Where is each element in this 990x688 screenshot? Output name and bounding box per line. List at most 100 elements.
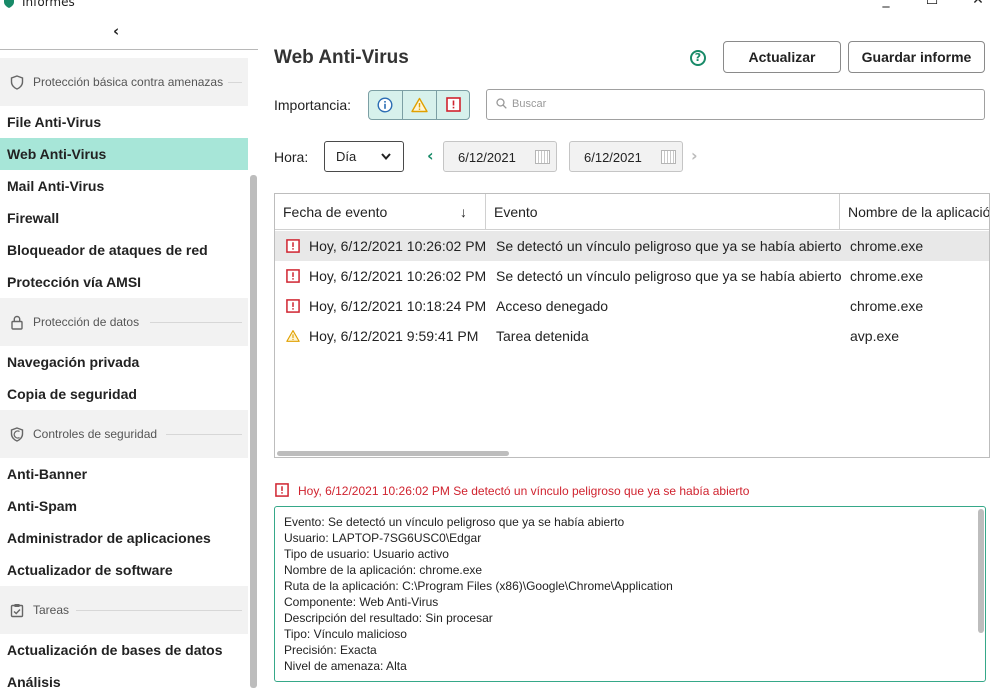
row-event: Tarea detenida <box>496 328 589 344</box>
detail-line: Tipo: Vínculo malicioso <box>284 627 407 641</box>
importance-warning-toggle[interactable] <box>403 91 437 119</box>
section-data-protection: Protección de datos <box>0 298 248 346</box>
chevron-down-icon <box>381 153 391 160</box>
detail-line: Usuario: LAPTOP-7SG6USC0\Edgar <box>284 531 482 545</box>
help-icon[interactable]: ? <box>690 50 706 66</box>
date-from-field[interactable]: 6/12/2021 <box>443 141 557 172</box>
security-controls-icon <box>10 427 24 442</box>
back-button[interactable]: ‹ <box>0 18 258 50</box>
event-details-box[interactable]: Evento: Se detectó un vínculo peligroso … <box>274 506 986 682</box>
critical-icon <box>446 97 461 112</box>
detail-line: Componente: Web Anti-Virus <box>284 595 439 609</box>
lock-icon <box>11 315 23 330</box>
search-icon <box>496 98 507 109</box>
column-divider[interactable] <box>839 194 840 230</box>
detail-line: Nombre de la aplicación: chrome.exe <box>284 563 483 577</box>
importance-critical-toggle[interactable] <box>437 91 469 119</box>
row-app: chrome.exe <box>850 268 924 284</box>
close-button[interactable]: ✕ <box>966 0 990 10</box>
sidebar-item-firewall[interactable]: Firewall <box>0 202 248 234</box>
row-date: Hoy, 6/12/2021 10:18:24 PM <box>309 298 487 314</box>
sidebar-item-network-attack-blocker[interactable]: Bloqueador de ataques de red <box>0 234 248 266</box>
table-row[interactable]: Hoy, 6/12/2021 10:26:02 PM Se detectó un… <box>275 231 989 261</box>
table-horizontal-scrollbar[interactable] <box>277 451 509 456</box>
update-button[interactable]: Actualizar <box>723 41 841 73</box>
row-app: chrome.exe <box>850 298 924 314</box>
page-title: Web Anti-Virus <box>274 47 409 68</box>
sort-arrow-icon[interactable]: ↓ <box>460 204 467 220</box>
section-divider <box>166 434 242 435</box>
section-title: Protección de datos <box>33 315 140 329</box>
minimize-button[interactable]: _ <box>874 0 898 10</box>
table-row[interactable]: Hoy, 6/12/2021 9:59:41 PM Tarea detenida… <box>275 321 989 351</box>
shield-icon <box>10 75 24 90</box>
detail-line: Ruta de la aplicación: C:\Program Files … <box>284 579 673 593</box>
sidebar-item-mail-anti-virus[interactable]: Mail Anti-Virus <box>0 170 248 202</box>
column-application-name[interactable]: Nombre de la aplicación <box>848 204 989 220</box>
sidebar-item-amsi[interactable]: Protección vía AMSI <box>0 266 248 298</box>
section-tasks: Tareas <box>0 586 248 634</box>
importance-filter <box>368 90 470 120</box>
kaspersky-logo-icon <box>4 0 14 8</box>
search-placeholder: Buscar <box>512 98 547 110</box>
period-select[interactable]: Día <box>324 141 404 172</box>
sidebar-item-application-manager[interactable]: Administrador de aplicaciones <box>0 522 248 554</box>
critical-icon <box>286 299 300 313</box>
events-table: Fecha de evento ↓ Evento Nombre de la ap… <box>274 193 990 458</box>
column-divider[interactable] <box>485 194 486 230</box>
sidebar-scrollbar[interactable] <box>250 175 257 688</box>
period-value: Día <box>336 149 357 164</box>
section-title: Tareas <box>33 603 70 617</box>
critical-icon <box>275 483 289 497</box>
row-date: Hoy, 6/12/2021 9:59:41 PM <box>309 328 479 344</box>
detail-line: Evento: Se detectó un vínculo peligroso … <box>284 515 625 529</box>
chevron-left-icon: ‹ <box>113 22 120 40</box>
table-header: Fecha de evento ↓ Evento Nombre de la ap… <box>275 194 989 230</box>
date-to-field[interactable]: 6/12/2021 <box>569 141 683 172</box>
detail-line: Tipo de usuario: Usuario activo <box>284 547 449 561</box>
sidebar-item-scan[interactable]: Análisis <box>0 666 248 688</box>
section-basic-protection: Protección básica contra amenazas <box>0 58 248 106</box>
detail-line: Descripción del resultado: Sin procesar <box>284 611 493 625</box>
next-period-button[interactable]: › <box>691 146 698 165</box>
row-date: Hoy, 6/12/2021 10:26:02 PM <box>309 238 487 254</box>
section-title: Protección básica contra amenazas <box>33 75 224 89</box>
row-app: avp.exe <box>850 328 900 344</box>
row-event: Acceso denegado <box>496 298 609 314</box>
table-row[interactable]: Hoy, 6/12/2021 10:18:24 PM Acceso denega… <box>275 291 989 321</box>
calendar-icon[interactable] <box>661 150 676 164</box>
calendar-icon[interactable] <box>535 150 550 164</box>
column-event[interactable]: Evento <box>494 204 538 220</box>
section-security-controls: Controles de seguridad <box>0 410 248 458</box>
sidebar-item-anti-banner[interactable]: Anti-Banner <box>0 458 248 490</box>
warning-icon <box>286 330 300 342</box>
detail-title: Hoy, 6/12/2021 10:26:02 PM Se detectó un… <box>298 484 750 498</box>
importance-label: Importancia: <box>274 97 352 113</box>
previous-period-button[interactable]: ‹ <box>427 146 434 165</box>
date-to-value: 6/12/2021 <box>584 150 642 165</box>
sidebar-item-private-browsing[interactable]: Navegación privada <box>0 346 248 378</box>
table-row[interactable]: Hoy, 6/12/2021 10:26:02 PM Se detectó un… <box>275 261 989 291</box>
save-report-button[interactable]: Guardar informe <box>848 41 985 73</box>
info-icon <box>377 97 393 113</box>
sidebar-item-anti-spam[interactable]: Anti-Spam <box>0 490 248 522</box>
importance-info-toggle[interactable] <box>369 91 403 119</box>
sidebar-item-software-updater[interactable]: Actualizador de software <box>0 554 248 586</box>
sidebar-item-file-anti-virus[interactable]: File Anti-Virus <box>0 106 248 138</box>
maximize-button[interactable]: ☐ <box>920 0 944 10</box>
row-event: Se detectó un vínculo peligroso que ya s… <box>496 268 842 284</box>
sidebar-item-database-update[interactable]: Actualización de bases de datos <box>0 634 248 666</box>
sidebar-item-web-anti-virus[interactable]: Web Anti-Virus <box>0 138 248 170</box>
detail-line: Nivel de amenaza: Alta <box>284 659 407 673</box>
section-title: Controles de seguridad <box>33 427 158 441</box>
critical-icon <box>286 269 300 283</box>
search-input[interactable]: Buscar <box>486 89 985 120</box>
window-title: Informes <box>22 0 75 9</box>
time-label: Hora: <box>274 149 309 165</box>
tasks-icon <box>10 604 24 618</box>
detail-scrollbar[interactable] <box>978 509 984 633</box>
row-date: Hoy, 6/12/2021 10:26:02 PM <box>309 268 487 284</box>
sidebar-item-backup[interactable]: Copia de seguridad <box>0 378 248 410</box>
section-divider <box>150 322 242 323</box>
column-event-date[interactable]: Fecha de evento <box>283 204 387 220</box>
